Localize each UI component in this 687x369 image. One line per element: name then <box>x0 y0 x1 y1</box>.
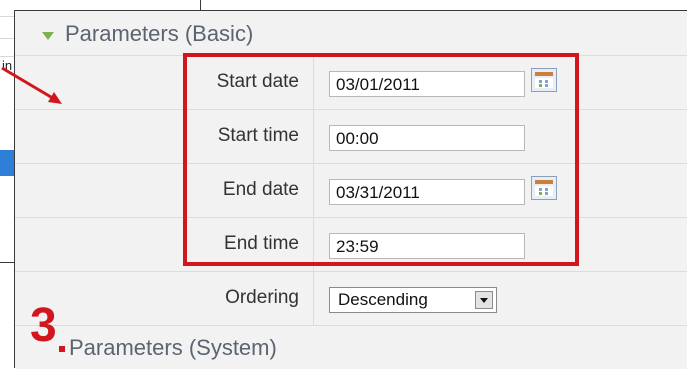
ordering-label: Ordering <box>225 287 299 308</box>
triangle-right-icon <box>59 346 65 352</box>
label-cell: Ordering <box>15 272 314 325</box>
triangle-down-icon <box>42 32 54 40</box>
row-ordering: Ordering Descending <box>15 272 687 326</box>
chevron-down-icon[interactable] <box>475 291 493 309</box>
parameters-basic-title: Parameters (Basic) <box>65 21 254 46</box>
parameters-basic-header[interactable]: Parameters (Basic) <box>15 11 687 56</box>
background-selected-item[interactable] <box>0 150 14 176</box>
step-number: 3 <box>30 299 57 352</box>
parameters-system-title: Parameters (System) <box>69 335 277 360</box>
ordering-select[interactable]: Descending <box>329 287 497 313</box>
parameters-system-header[interactable]: Parameters (System) <box>15 329 687 369</box>
highlight-box <box>183 53 579 266</box>
arrow-icon <box>1 66 62 104</box>
ordering-selected-value: Descending <box>338 290 428 309</box>
